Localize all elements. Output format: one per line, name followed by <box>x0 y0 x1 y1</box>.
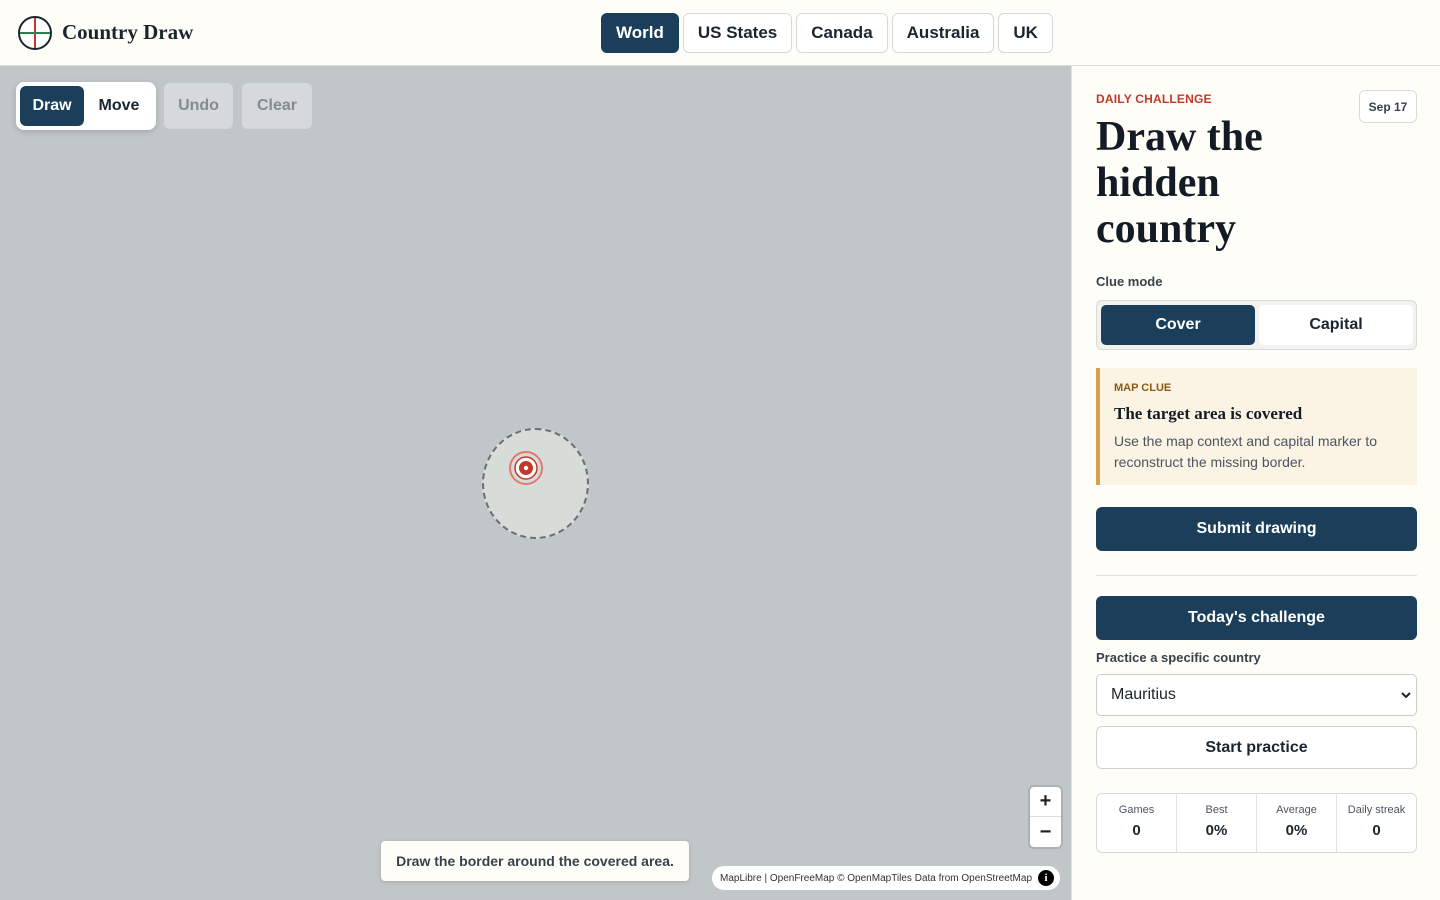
maplibre-link[interactable]: MapLibre <box>720 873 762 884</box>
stat-label: Games <box>1118 804 1155 816</box>
tab-australia[interactable]: Australia <box>891 13 995 53</box>
tab-world[interactable]: World <box>601 13 679 53</box>
openstreetmap-link[interactable]: OpenStreetMap <box>961 873 1032 884</box>
stat-label: Daily streak <box>1347 804 1406 816</box>
region-tabs: World US States Canada Australia UK <box>601 13 1053 53</box>
stat-value: 0 <box>1132 822 1141 839</box>
clue-mode-toggle: Cover Capital <box>1096 300 1417 350</box>
map-attribution: MapLibre | OpenFreeMap © OpenMapTiles Da… <box>712 866 1060 890</box>
drawing-hint: Draw the border around the covered area. <box>381 841 689 881</box>
stat-value: 0% <box>1285 822 1308 839</box>
country-select[interactable]: Mauritius <box>1096 674 1417 716</box>
start-practice-button[interactable]: Start practice <box>1096 726 1417 769</box>
stats-panel: Games 0 Best 0% Average 0% Daily streak … <box>1096 793 1417 853</box>
todays-challenge-button[interactable]: Today's challenge <box>1096 596 1417 640</box>
capital-mode-button[interactable]: Capital <box>1259 305 1413 345</box>
challenge-eyebrow: DAILY CHALLENGE <box>1096 92 1212 106</box>
chevron-down-icon <box>1401 692 1411 699</box>
clue-title: The target area is covered <box>1114 404 1303 423</box>
challenge-sidebar: DAILY CHALLENGE Sep 17 Draw the hidden c… <box>1071 66 1440 900</box>
date-badge: Sep 17 <box>1359 90 1417 123</box>
country-select-value: Mauritius <box>1111 686 1176 703</box>
tool-toggle: Draw Move <box>16 82 156 130</box>
map-canvas[interactable]: Draw Move Undo Clear Draw the border aro… <box>0 66 1071 900</box>
attribution-separator: | <box>761 872 770 884</box>
attribution-data-from: Data from <box>911 872 962 884</box>
clue-mode-label: Clue mode <box>1096 274 1163 289</box>
clear-button[interactable]: Clear <box>242 83 312 129</box>
openfreemap-link[interactable]: OpenFreeMap <box>770 873 834 884</box>
zoom-out-button[interactable]: − <box>1030 817 1061 847</box>
capital-marker-icon <box>509 451 543 485</box>
stat-value: 0 <box>1372 822 1381 839</box>
stat-games: Games 0 <box>1097 794 1177 852</box>
stat-daily-streak: Daily streak 0 <box>1337 794 1416 852</box>
divider <box>1096 575 1417 576</box>
map-clue-card: MAP CLUE The target area is covered Use … <box>1096 368 1417 485</box>
stat-value: 0% <box>1205 822 1228 839</box>
stat-average: Average 0% <box>1257 794 1337 852</box>
zoom-in-button[interactable]: + <box>1030 787 1061 817</box>
move-tool-button[interactable]: Move <box>88 86 150 126</box>
app-header: Country Draw World US States Canada Aust… <box>0 0 1440 66</box>
clue-eyebrow: MAP CLUE <box>1114 382 1172 394</box>
cover-mode-button[interactable]: Cover <box>1101 305 1255 345</box>
tab-canada[interactable]: Canada <box>796 13 888 53</box>
crosshair-globe-icon[interactable] <box>17 15 53 51</box>
practice-label: Practice a specific country <box>1096 650 1261 665</box>
tab-us-states[interactable]: US States <box>682 13 793 53</box>
page-title: Draw the hidden country <box>1096 114 1263 252</box>
draw-tool-button[interactable]: Draw <box>20 86 84 126</box>
stat-label: Average <box>1276 804 1317 816</box>
stat-best: Best 0% <box>1177 794 1257 852</box>
app-title[interactable]: Country Draw <box>62 20 193 45</box>
tab-uk[interactable]: UK <box>998 13 1053 53</box>
undo-button[interactable]: Undo <box>164 83 233 129</box>
openmaptiles-link[interactable]: © OpenMapTiles <box>837 873 912 884</box>
info-icon[interactable]: i <box>1038 870 1054 886</box>
submit-drawing-button[interactable]: Submit drawing <box>1096 507 1417 551</box>
zoom-controls: + − <box>1030 787 1061 847</box>
clue-text: Use the map context and capital marker t… <box>1114 433 1378 470</box>
stat-label: Best <box>1205 804 1228 816</box>
